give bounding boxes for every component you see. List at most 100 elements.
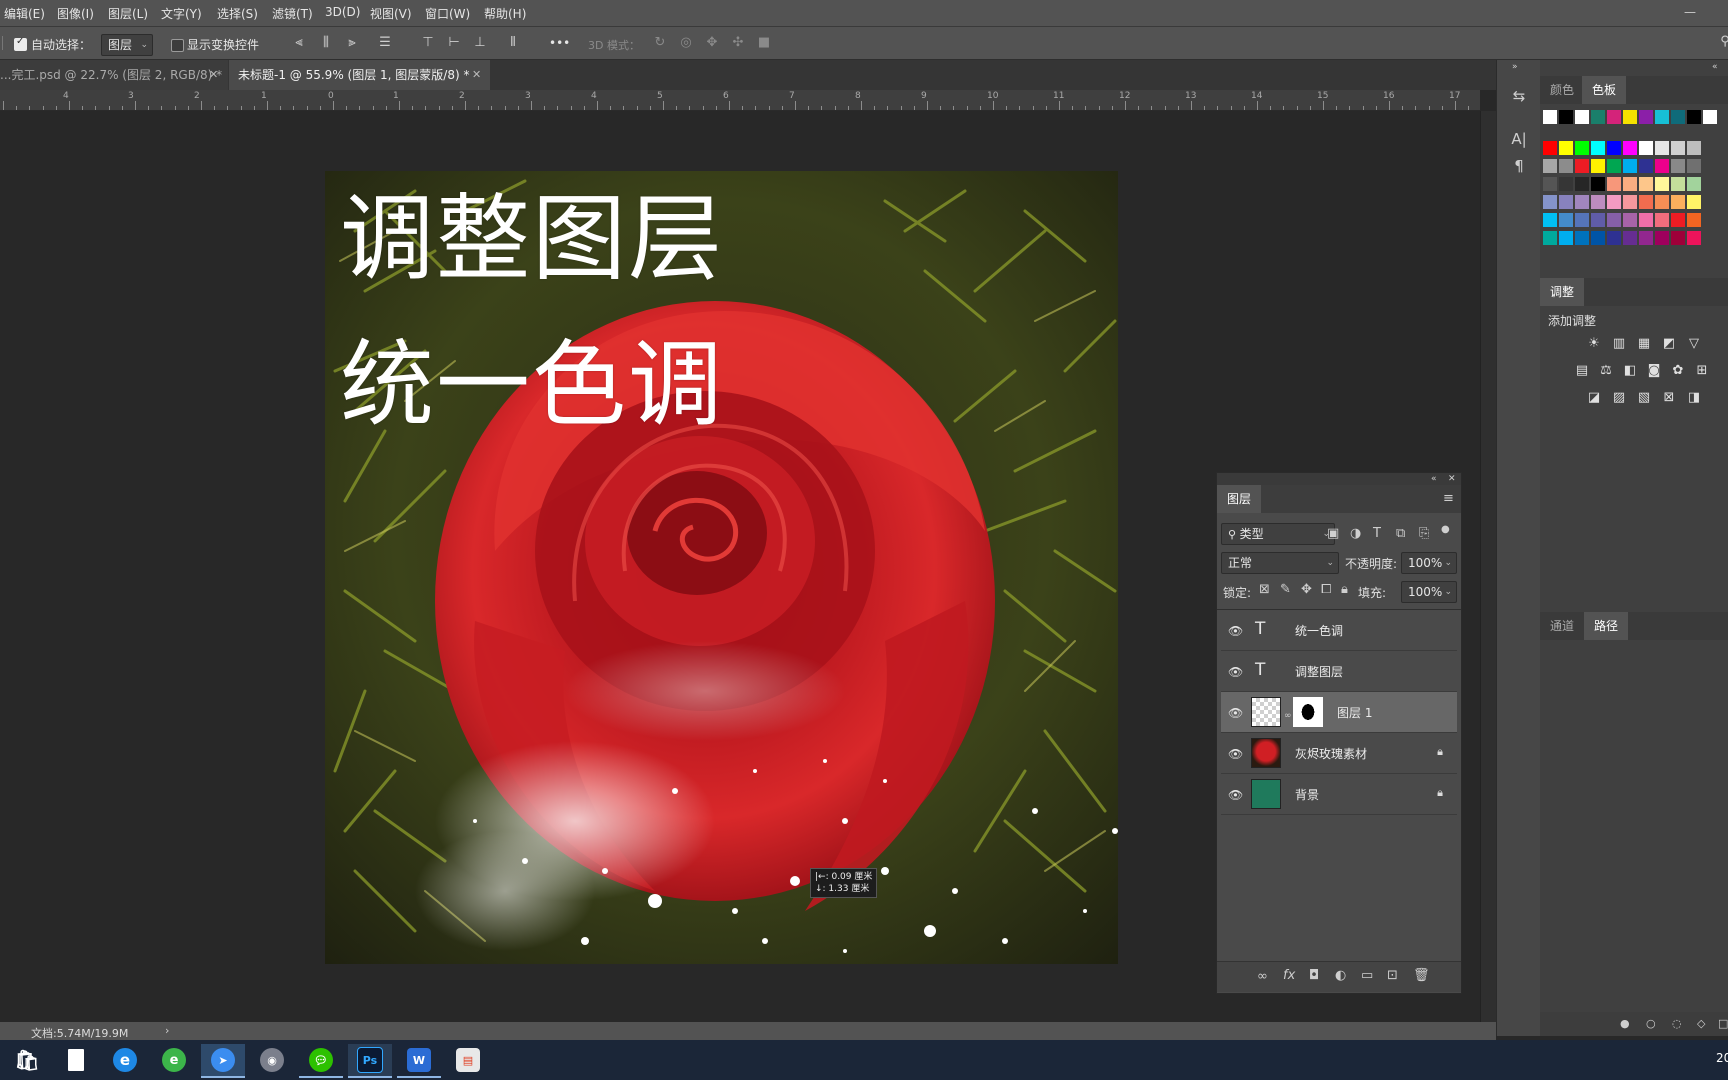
opacity-field[interactable]: 100% ⌄ [1401,552,1457,574]
artwork-canvas[interactable]: 调整图层 统一色调 |←: 0.09 厘米 ↓: 1.33 厘米 [325,171,1118,964]
swatch[interactable] [1543,159,1557,173]
menu-type[interactable]: 文字(Y) [161,5,202,22]
swatch[interactable] [1623,159,1637,173]
make-path-icon[interactable]: ◇ [1697,1017,1705,1031]
swatch[interactable] [1559,159,1573,173]
swatch[interactable] [1687,177,1701,191]
swatch[interactable] [1591,195,1605,209]
curves-icon[interactable]: ▦ [1636,336,1652,352]
store-app[interactable]: 🛍︎ [5,1044,49,1076]
swatch[interactable] [1543,141,1557,155]
close-icon[interactable]: ✕ [1448,472,1456,486]
filter-toggle-icon[interactable]: ● [1441,523,1450,537]
photo-filter-icon[interactable]: ◙ [1646,363,1662,379]
swatch[interactable] [1575,177,1589,191]
swatch[interactable] [1687,141,1701,155]
layer-row-text-2[interactable]: 👁︎ T 调整图层 [1221,651,1457,692]
swatch[interactable] [1575,195,1589,209]
expand-icon[interactable]: » [1512,60,1518,74]
auto-select-checkbox[interactable] [14,36,27,51]
visibility-eye-icon[interactable]: 👁︎ [1228,706,1243,720]
menu-image[interactable]: 图像(I) [57,5,94,22]
swatch[interactable] [1575,141,1589,155]
selective-color-icon[interactable]: ⊠ [1661,390,1677,406]
status-arrow-icon[interactable]: › [165,1024,169,1037]
menu-edit[interactable]: 编辑(E) [4,5,45,22]
filter-pixel-icon[interactable]: ▣ [1327,527,1339,541]
menu-filter[interactable]: 滤镜(T) [272,5,313,22]
swatch[interactable] [1671,110,1685,124]
visibility-eye-icon[interactable]: 👁︎ [1228,788,1243,802]
filter-shape-icon[interactable]: ⧉ [1396,527,1405,541]
align-left-icon[interactable]: ⫷ [291,36,307,50]
swatch[interactable] [1543,195,1557,209]
swatch[interactable] [1607,141,1621,155]
add-mask-icon[interactable]: ◘ [1309,969,1319,983]
new-layer-icon[interactable]: ⊡ [1387,969,1398,983]
swatch[interactable] [1543,213,1557,227]
close-icon[interactable]: ✕ [209,60,218,90]
lock-all-icon[interactable]: 🔒︎ [1341,583,1348,597]
swatch[interactable] [1559,213,1573,227]
swatch[interactable] [1543,177,1557,191]
swatch[interactable] [1655,231,1669,245]
color-balance-icon[interactable]: ⚖ [1598,363,1614,379]
history-icon[interactable]: ⇆ [1509,89,1529,104]
tab-adjustments[interactable]: 调整 [1540,278,1585,306]
swatch[interactable] [1639,177,1653,191]
3d-orbit-icon[interactable]: ↻ [651,36,669,50]
menu-select[interactable]: 选择(S) [217,5,258,22]
swatch[interactable] [1591,159,1605,173]
paragraph-icon[interactable]: ¶ [1509,159,1529,174]
align-hcenter-icon[interactable]: ⫼ [318,36,334,50]
swatch[interactable] [1575,213,1589,227]
link-icon[interactable]: ∞ [1284,711,1292,721]
tab-document-2[interactable]: 未标题-1 @ 55.9% (图层 1, 图层蒙版/8) * ✕ [229,60,490,90]
office-app[interactable]: ▤ [446,1044,490,1076]
swatch[interactable] [1655,213,1669,227]
swatch[interactable] [1543,110,1557,124]
collapse-icon[interactable]: « [1431,472,1437,486]
swatch[interactable] [1559,177,1573,191]
lock-transparent-icon[interactable]: ⊠ [1259,583,1270,597]
add-mask-icon[interactable]: □ [1718,1017,1728,1031]
swatch[interactable] [1591,213,1605,227]
swatch[interactable] [1575,231,1589,245]
photoshop-app[interactable]: Ps [348,1044,392,1078]
wps-app[interactable]: W [397,1044,441,1078]
swatch[interactable] [1559,231,1573,245]
swatch[interactable] [1623,195,1637,209]
3d-roll-icon[interactable]: ◎ [677,36,695,50]
layer-mask-thumbnail[interactable] [1293,697,1323,727]
align-bottom-icon[interactable]: ⊥ [472,36,488,50]
fx-icon[interactable]: fx [1283,969,1295,983]
swatch[interactable] [1687,231,1701,245]
tab-layers[interactable]: 图层 [1217,485,1262,513]
3d-slide-icon[interactable]: ✣ [729,36,747,50]
swatch[interactable] [1575,110,1589,124]
swatch[interactable] [1655,141,1669,155]
vibrance-icon[interactable]: ▽ [1686,336,1702,352]
swatch[interactable] [1655,110,1669,124]
swatch[interactable] [1687,110,1701,124]
gradient-map-icon[interactable]: ◨ [1686,390,1702,406]
swatch[interactable] [1607,159,1621,173]
3d-camera-icon[interactable]: ■ [755,36,773,50]
swatch[interactable] [1655,195,1669,209]
align-top-icon[interactable]: ⊤ [420,36,436,50]
visibility-eye-icon[interactable]: 👁︎ [1228,624,1243,638]
swatch[interactable] [1607,213,1621,227]
layer-row-background[interactable]: 👁︎ 背景 🔒︎ [1221,774,1457,815]
swatch[interactable] [1607,177,1621,191]
swatch[interactable] [1623,177,1637,191]
file-app[interactable] [54,1044,98,1076]
invert-icon[interactable]: ◪ [1586,390,1602,406]
swatch[interactable] [1623,110,1637,124]
visibility-eye-icon[interactable]: 👁︎ [1228,747,1243,761]
tab-paths[interactable]: 路径 [1584,612,1629,640]
filter-smart-icon[interactable]: ⎘ [1419,527,1429,541]
swatch[interactable] [1639,195,1653,209]
load-selection-icon[interactable]: ◌ [1672,1017,1682,1031]
filter-adjust-icon[interactable]: ◑ [1350,527,1361,541]
avatar-app[interactable]: ◉ [250,1044,294,1076]
